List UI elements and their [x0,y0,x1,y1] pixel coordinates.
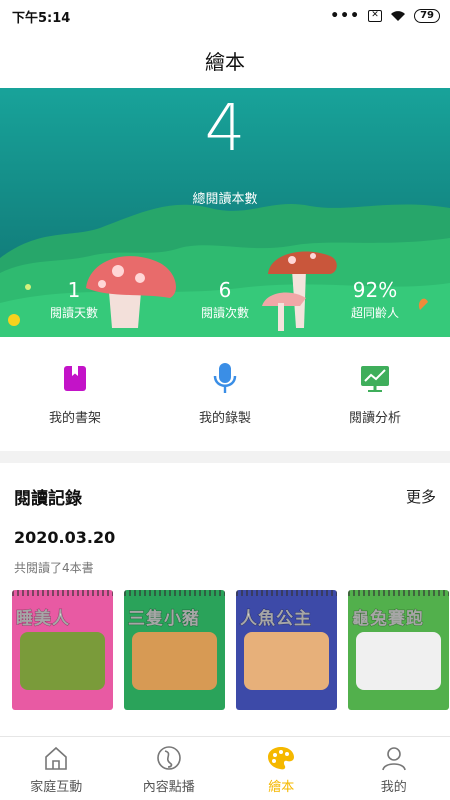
microphone-icon [208,361,242,395]
book-illustration [132,632,217,690]
nav-family-interaction[interactable]: 家庭互動 [0,737,113,800]
binding-rings [348,590,449,596]
palette-icon [267,744,295,772]
status-icons: ••• ✕ 79 [330,8,440,24]
reading-records-header: 閱讀記錄 更多 [14,484,436,509]
binding-rings [236,590,337,596]
book-illustration [20,632,105,690]
nav-label: 家庭互動 [30,780,83,795]
total-books-count: 4 [204,92,246,166]
content-icon [155,744,183,772]
bookshelf-icon [58,361,92,395]
book-title: 人魚公主 [240,609,312,630]
book-illustration [356,632,441,690]
user-icon [380,744,408,772]
page-title-bar: 繪本 [0,32,450,88]
stat-label: 閱讀次數 [200,306,249,320]
my-recordings-button[interactable]: 我的錄製 [150,337,300,451]
section-title: 閱讀記錄 [14,489,82,509]
action-label: 閱讀分析 [348,411,401,426]
record-summary: 共閱讀了4本書 [14,561,94,575]
status-bar: 下午5:14 ••• ✕ 79 [0,0,450,32]
book-title: 龜兔賽跑 [352,609,424,630]
book-cover[interactable]: 人魚公主 [236,590,337,710]
action-label: 我的書架 [48,411,101,426]
nav-mine[interactable]: 我的 [338,737,450,800]
book-title: 睡美人 [16,609,70,630]
binding-rings [12,590,113,596]
book-cover[interactable]: 三隻小豬 [124,590,225,710]
stat-reading-times: 6 閱讀次數 [170,278,280,321]
quick-actions: 我的書架 我的錄製 閱讀分析 [0,337,450,451]
battery-icon: 79 [414,9,440,23]
page-title: 繪本 [205,49,245,74]
bottom-navigation: 家庭互動 內容點播 繪本 我的 [0,736,450,800]
stat-label: 超同齡人 [350,306,399,320]
book-illustration [244,632,329,690]
more-link[interactable]: 更多 [406,486,436,507]
stat-label: 閱讀天數 [49,306,98,320]
section-divider [0,451,450,463]
nav-label: 繪本 [268,780,295,795]
status-time: 下午5:14 [12,10,71,26]
more-dots-icon: ••• [330,8,361,24]
stat-reading-days: 1 閱讀天數 [19,278,129,321]
action-label: 我的錄製 [198,411,251,426]
stat-value: 6 [218,278,232,302]
stat-value: 92% [352,278,398,302]
analysis-chart-icon [358,361,392,395]
stat-peer-percentile: 92% 超同齡人 [320,278,430,321]
reading-summary-banner: 4 總閱讀本數 1 閱讀天數 6 閱讀次數 92% 超同齡人 [0,88,450,337]
home-icon [42,744,70,772]
total-books-label: 總閱讀本數 [192,192,258,207]
book-list: 睡美人 三隻小豬 人魚公主 龜兔賽跑 [12,590,450,712]
my-bookshelf-button[interactable]: 我的書架 [0,337,150,451]
sim-card-icon: ✕ [368,10,383,22]
stat-value: 1 [67,278,81,302]
book-cover[interactable]: 龜兔賽跑 [348,590,449,710]
nav-content-on-demand[interactable]: 內容點播 [113,737,226,800]
wifi-icon [391,11,406,21]
nav-label: 內容點播 [142,780,195,795]
binding-rings [124,590,225,596]
book-title: 三隻小豬 [128,609,200,630]
nav-picture-books[interactable]: 繪本 [225,737,338,800]
reading-analysis-button[interactable]: 閱讀分析 [300,337,450,451]
book-cover[interactable]: 睡美人 [12,590,113,710]
nav-label: 我的 [380,780,407,795]
record-date: 2020.03.20 [14,528,116,547]
